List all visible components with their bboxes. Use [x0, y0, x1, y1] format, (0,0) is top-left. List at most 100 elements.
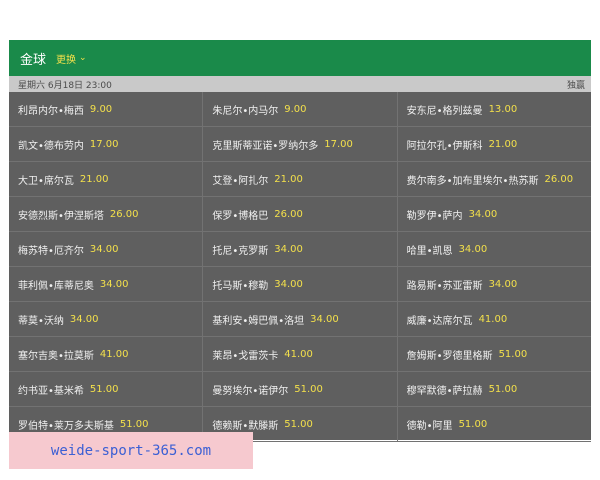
odds-value: 51.00 [284, 418, 313, 430]
odds-value: 51.00 [89, 383, 119, 395]
player-name: 凯文•德布劳内 [18, 140, 84, 152]
player-odds-cell[interactable]: 威廉•达席尔瓦 41.00 [398, 302, 591, 336]
player-odds-cell[interactable]: 菲利佩•库蒂尼奥 34.00 [9, 267, 204, 301]
player-name: 塞尔吉奥•拉莫斯 [18, 350, 94, 362]
player-name: 费尔南多•加布里埃尔•热苏斯 [406, 175, 539, 187]
odds-row: 塞尔吉奥•拉莫斯 41.00 莱昂•戈雷茨卡 41.00 詹姆斯•罗德里格斯 51.00 [9, 337, 591, 372]
player-odds-cell[interactable]: 利昂内尔•梅西 9.00 [9, 92, 204, 126]
odds-row: 菲利佩•库蒂尼奥 34.00 托马斯•穆勒 34.00 路易斯•苏亚雷斯 34.00 [9, 267, 591, 302]
watermark-banner: weide-sport-365.com [9, 432, 253, 469]
player-name: 大卫•席尔瓦 [18, 175, 74, 187]
odds-value: 26.00 [109, 208, 139, 220]
odds-value: 51.00 [458, 418, 488, 430]
odds-value: 17.00 [324, 138, 353, 150]
odds-panel: 金球 更换 ⌄ 星期六 6月18日 23:00 独赢 利昂内尔•梅西 9.00 朱尼… [9, 40, 591, 442]
player-name: 詹姆斯•罗德里格斯 [406, 350, 493, 362]
odds-value: 34.00 [274, 243, 303, 255]
player-name: 罗伯特•莱万多夫斯基 [18, 420, 114, 432]
odds-value: 34.00 [310, 313, 339, 325]
player-odds-cell[interactable]: 詹姆斯•罗德里格斯 51.00 [398, 337, 591, 371]
odds-value: 41.00 [478, 313, 508, 325]
odds-value: 21.00 [488, 138, 518, 150]
player-odds-cell[interactable]: 穆罕默德•萨拉赫 51.00 [398, 372, 591, 406]
market-title: 金球 [20, 52, 47, 68]
odds-value: 34.00 [89, 243, 119, 255]
market-type-label: 独赢 [566, 80, 585, 91]
player-name: 德赖斯•默滕斯 [212, 420, 279, 432]
odds-value: 51.00 [498, 348, 528, 360]
player-odds-cell[interactable]: 德勒•阿里 51.00 [398, 407, 591, 441]
player-odds-cell[interactable]: 托马斯•穆勒 34.00 [203, 267, 398, 301]
player-odds-cell[interactable]: 保罗•博格巴 26.00 [203, 197, 398, 231]
player-name: 蒂莫•沃纳 [18, 315, 64, 327]
player-name: 梅苏特•厄齐尔 [18, 245, 84, 257]
player-name: 托马斯•穆勒 [212, 280, 269, 292]
player-name: 利昂内尔•梅西 [18, 105, 84, 117]
odds-value: 41.00 [99, 348, 129, 360]
player-odds-cell[interactable]: 蒂莫•沃纳 34.00 [9, 302, 204, 336]
odds-value: 26.00 [544, 173, 574, 185]
odds-value: 34.00 [488, 278, 518, 290]
player-name: 菲利佩•库蒂尼奥 [18, 280, 94, 292]
player-name: 莱昂•戈雷茨卡 [212, 350, 279, 362]
odds-value: 34.00 [99, 278, 129, 290]
odds-row: 梅苏特•厄齐尔 34.00 托尼•克罗斯 34.00 哈里•凯恩 34.00 [9, 232, 591, 267]
watermark-text: weide-sport-365.com [50, 442, 212, 459]
odds-value: 51.00 [294, 383, 323, 395]
player-odds-cell[interactable]: 阿拉尔孔•伊斯科 21.00 [398, 127, 591, 161]
player-odds-cell[interactable]: 托尼•克罗斯 34.00 [203, 232, 398, 266]
odds-value: 9.00 [284, 103, 307, 115]
odds-row: 蒂莫•沃纳 34.00 基利安•姆巴佩•洛坦 34.00 威廉•达席尔瓦 41.00 [9, 302, 591, 337]
player-odds-cell[interactable]: 安德烈斯•伊涅斯塔 26.00 [9, 197, 204, 231]
odds-grid: 利昂内尔•梅西 9.00 朱尼尔•内马尔 9.00 安东尼•格列兹曼 13.00 凯文•德布… [9, 92, 591, 442]
odds-value: 21.00 [79, 173, 109, 185]
player-name: 德勒•阿里 [406, 420, 453, 432]
player-name: 穆罕默德•萨拉赫 [406, 385, 483, 397]
player-odds-cell[interactable]: 朱尼尔•内马尔 9.00 [203, 92, 398, 126]
player-odds-cell[interactable]: 安东尼•格列兹曼 13.00 [398, 92, 591, 126]
player-odds-cell[interactable]: 莱昂•戈雷茨卡 41.00 [203, 337, 398, 371]
player-odds-cell[interactable]: 大卫•席尔瓦 21.00 [9, 162, 204, 196]
odds-value: 26.00 [274, 208, 303, 220]
player-name: 约书亚•基米希 [18, 385, 84, 397]
player-odds-cell[interactable]: 基利安•姆巴佩•洛坦 34.00 [203, 302, 398, 336]
player-name: 托尼•克罗斯 [212, 245, 269, 257]
odds-row: 凯文•德布劳内 17.00 克里斯蒂亚诺•罗纳尔多 17.00 阿拉尔孔•伊斯科 21.0… [9, 127, 591, 162]
player-name: 克里斯蒂亚诺•罗纳尔多 [212, 140, 319, 152]
player-odds-cell[interactable]: 哈里•凯恩 34.00 [398, 232, 591, 266]
switch-label: 更换 [56, 54, 77, 66]
player-name: 艾登•阿扎尔 [212, 175, 269, 187]
player-name: 勒罗伊•萨内 [406, 210, 463, 222]
player-name: 曼努埃尔•诺伊尔 [212, 385, 289, 397]
player-odds-cell[interactable]: 曼努埃尔•诺伊尔 51.00 [203, 372, 398, 406]
player-odds-cell[interactable]: 梅苏特•厄齐尔 34.00 [9, 232, 204, 266]
player-odds-cell[interactable]: 勒罗伊•萨内 34.00 [398, 197, 591, 231]
player-odds-cell[interactable]: 凯文•德布劳内 17.00 [9, 127, 204, 161]
odds-row: 大卫•席尔瓦 21.00 艾登•阿扎尔 21.00 费尔南多•加布里埃尔•热苏斯 26.0… [9, 162, 591, 197]
event-datetime: 星期六 6月18日 23:00 [18, 80, 112, 91]
odds-value: 34.00 [69, 313, 99, 325]
player-odds-cell[interactable]: 塞尔吉奥•拉莫斯 41.00 [9, 337, 204, 371]
switch-market-button[interactable]: 更换 ⌄ [56, 51, 87, 66]
odds-value: 34.00 [458, 243, 488, 255]
odds-value: 34.00 [274, 278, 303, 290]
player-name: 基利安•姆巴佩•洛坦 [212, 315, 305, 327]
player-name: 威廉•达席尔瓦 [406, 315, 473, 327]
player-odds-cell[interactable]: 路易斯•苏亚雷斯 34.00 [398, 267, 591, 301]
player-name: 保罗•博格巴 [212, 210, 269, 222]
player-odds-cell[interactable]: 约书亚•基米希 51.00 [9, 372, 204, 406]
odds-value: 17.00 [89, 138, 119, 150]
player-name: 路易斯•苏亚雷斯 [406, 280, 483, 292]
odds-value: 51.00 [488, 383, 518, 395]
odds-row: 安德烈斯•伊涅斯塔 26.00 保罗•博格巴 26.00 勒罗伊•萨内 34.00 [9, 197, 591, 232]
event-info-bar: 星期六 6月18日 23:00 独赢 [9, 76, 591, 92]
player-odds-cell[interactable]: 艾登•阿扎尔 21.00 [203, 162, 398, 196]
player-odds-cell[interactable]: 费尔南多•加布里埃尔•热苏斯 26.00 [398, 162, 591, 196]
player-odds-cell[interactable]: 克里斯蒂亚诺•罗纳尔多 17.00 [203, 127, 398, 161]
chevron-down-icon: ⌄ [79, 53, 87, 63]
odds-value: 9.00 [89, 103, 113, 115]
odds-value: 21.00 [274, 173, 303, 185]
odds-value: 13.00 [488, 103, 518, 115]
odds-value: 51.00 [119, 418, 149, 430]
odds-row: 约书亚•基米希 51.00 曼努埃尔•诺伊尔 51.00 穆罕默德•萨拉赫 51.00 [9, 372, 591, 407]
